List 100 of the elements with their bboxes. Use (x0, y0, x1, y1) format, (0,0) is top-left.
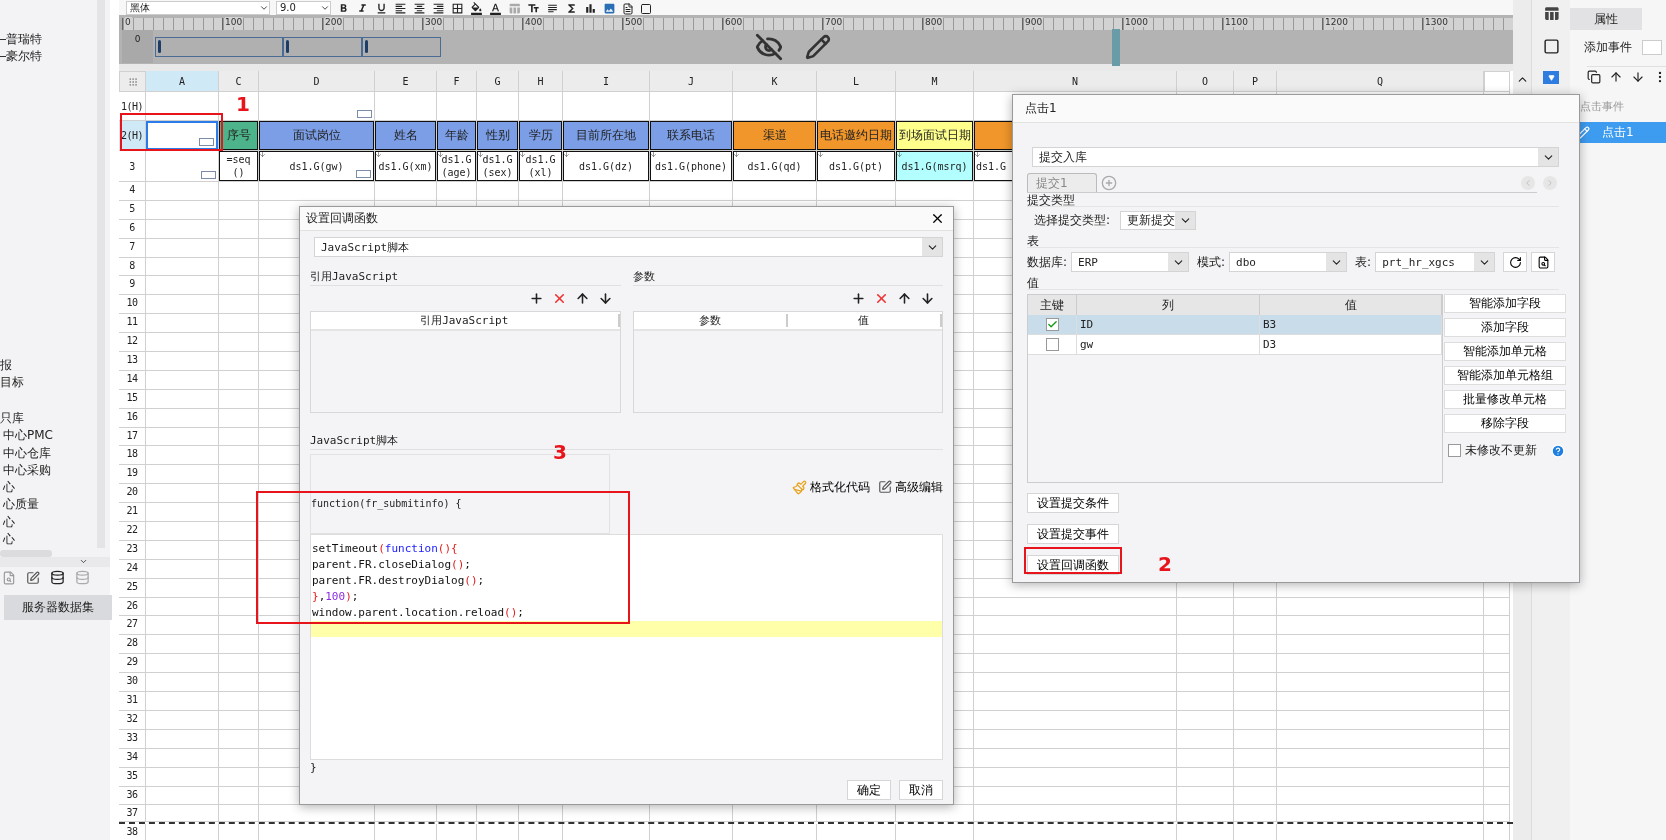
table-cell[interactable]: ds1.G(gw) (259, 151, 374, 181)
row-header[interactable]: 30 (119, 673, 146, 693)
empty-cell[interactable] (219, 710, 259, 730)
add-tab-icon[interactable] (1101, 175, 1117, 191)
tree-item[interactable]: 心 (3, 513, 15, 531)
empty-cell[interactable] (1277, 786, 1484, 806)
empty-cell[interactable] (563, 182, 650, 201)
row-header[interactable]: 27 (119, 616, 146, 636)
empty-cell[interactable] (1277, 616, 1484, 636)
frozen-bar[interactable] (283, 36, 362, 57)
arrow-up-icon[interactable] (574, 291, 590, 306)
table-cell[interactable]: 姓名 (375, 121, 436, 150)
help-icon[interactable] (1551, 443, 1565, 458)
table-row[interactable]: gw D3 (1028, 335, 1442, 355)
empty-cell[interactable] (1484, 786, 1510, 806)
table-cell[interactable]: ds1.G(dz) (563, 151, 649, 181)
empty-cell[interactable] (219, 578, 259, 598)
empty-cell[interactable] (1234, 597, 1277, 617)
tree-item[interactable]: 目标 (0, 373, 24, 391)
empty-cell[interactable] (219, 427, 259, 447)
column-header[interactable]: K (733, 71, 817, 92)
empty-cell[interactable] (974, 805, 1177, 823)
table-cell[interactable]: 联系电话 (650, 121, 732, 150)
checkbox[interactable] (1045, 338, 1059, 351)
table-cell[interactable]: ds1.G(xm) (375, 151, 436, 181)
frame-icon[interactable] (640, 2, 652, 15)
column-header[interactable]: H (519, 71, 563, 92)
font-color-icon[interactable] (489, 2, 502, 15)
format-code-button[interactable]: 格式化代码 (792, 478, 870, 496)
empty-cell[interactable] (1177, 692, 1234, 711)
row-header[interactable]: 9 (119, 276, 146, 296)
empty-cell[interactable] (219, 616, 259, 636)
empty-cell[interactable] (1177, 805, 1234, 823)
empty-cell[interactable] (817, 182, 896, 201)
table-cell[interactable]: ds1.G(qd) (733, 151, 816, 181)
side-button[interactable]: 智能添加单元格组 (1444, 366, 1566, 385)
empty-cell[interactable] (219, 522, 259, 541)
tree-item[interactable]: 豪尔特 (6, 48, 42, 66)
empty-cell[interactable] (1177, 710, 1234, 730)
empty-cell[interactable] (733, 182, 817, 201)
row-header[interactable]: 1(H) (119, 92, 146, 121)
code-editor[interactable]: setTimeout(function(){ parent.FR.closeDialog(); parent.FR.destroyDialog(); },100); window.parent.location.reload(); (310, 534, 943, 760)
empty-cell[interactable] (219, 692, 259, 711)
checkbox[interactable] (1045, 318, 1059, 331)
column-header[interactable]: M (896, 71, 974, 92)
empty-cell[interactable] (1484, 805, 1510, 823)
empty-cell[interactable] (1234, 673, 1277, 693)
column-header[interactable]: N (974, 71, 1177, 92)
column-header[interactable]: G (477, 71, 519, 92)
arrow-up-icon[interactable] (897, 291, 912, 306)
empty-cell[interactable] (974, 692, 1177, 711)
font-size-select[interactable]: 9.0 (276, 1, 331, 15)
pencil-icon[interactable] (805, 33, 831, 60)
dropdown[interactable]: ERP (1071, 252, 1190, 272)
empty-cell[interactable] (1277, 748, 1484, 768)
align-center-icon[interactable] (413, 2, 426, 15)
empty-cell[interactable] (1484, 616, 1510, 636)
empty-cell[interactable] (896, 182, 974, 201)
table-icon[interactable] (508, 2, 521, 15)
empty-cell[interactable] (219, 748, 259, 768)
table-cell[interactable]: ds1.G(msrq) (896, 151, 973, 181)
empty-cell[interactable] (1177, 654, 1234, 674)
empty-cell[interactable] (1484, 673, 1510, 693)
checkbox[interactable] (1448, 444, 1461, 457)
empty-cell[interactable] (219, 786, 259, 806)
empty-cell[interactable] (219, 729, 259, 749)
empty-cell[interactable] (219, 333, 259, 352)
column-header[interactable]: A (146, 71, 219, 92)
table-cell[interactable]: ds1.G(phone) (650, 151, 732, 181)
empty-cell[interactable] (974, 786, 1177, 806)
frozen-bar[interactable] (362, 36, 441, 57)
plus-icon[interactable] (528, 291, 544, 306)
empty-cell[interactable] (1177, 767, 1234, 787)
refresh-button[interactable] (1503, 252, 1528, 272)
empty-cell[interactable] (219, 389, 259, 409)
advanced-edit-button[interactable]: 高级编辑 (878, 478, 943, 496)
empty-cell[interactable] (974, 729, 1177, 749)
row-header[interactable]: 37 (119, 805, 146, 823)
empty-cell[interactable] (1234, 805, 1277, 823)
column-header[interactable]: C (219, 71, 259, 92)
row-header[interactable]: 20 (119, 484, 146, 504)
empty-cell[interactable] (974, 767, 1177, 787)
action-select[interactable]: 提交入库 (1032, 147, 1559, 167)
plus-icon[interactable] (851, 291, 866, 306)
row-header[interactable]: 31 (119, 692, 146, 711)
empty-cell[interactable] (219, 408, 259, 428)
table-row[interactable]: ID B3 (1028, 315, 1442, 335)
empty-cell[interactable] (1177, 597, 1234, 617)
tree-item[interactable]: 心 (3, 530, 15, 548)
empty-cell[interactable] (1177, 729, 1234, 749)
action-button[interactable]: 设置提交事件 (1027, 524, 1119, 544)
column-header[interactable]: I (563, 71, 650, 92)
row-header[interactable]: 28 (119, 635, 146, 655)
empty-cell[interactable] (437, 182, 477, 201)
empty-cell[interactable] (1484, 635, 1510, 655)
close-icon[interactable] (874, 291, 889, 306)
font-select[interactable]: 黑体 (126, 1, 270, 15)
bar-chart-icon[interactable] (584, 2, 597, 15)
text-field-icon[interactable] (527, 2, 540, 15)
empty-cell[interactable] (1484, 710, 1510, 730)
